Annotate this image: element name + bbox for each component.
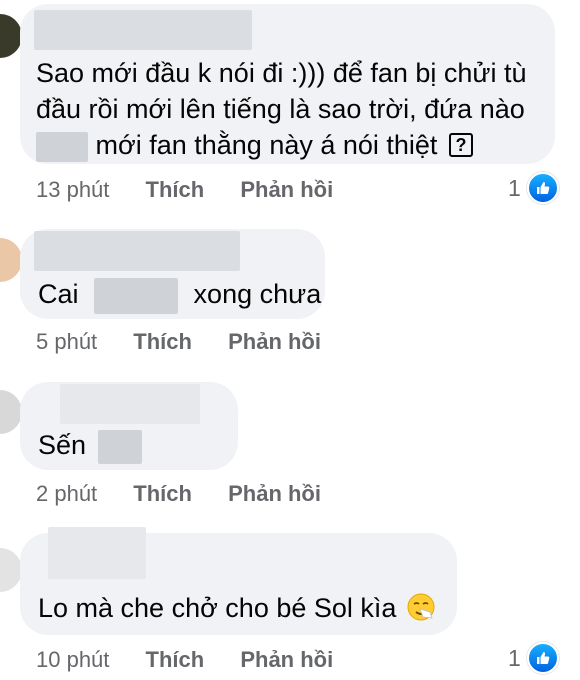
reply-button[interactable]: Phản hồi [228, 481, 321, 506]
comment-meta: 5 phút Thích Phản hồi [36, 328, 321, 356]
like-button[interactable]: Thích [146, 647, 205, 672]
commenter-avatar[interactable] [0, 390, 22, 434]
reaction-count: 1 [508, 644, 521, 671]
commenter-avatar[interactable] [0, 14, 22, 58]
commenter-avatar[interactable] [0, 238, 22, 282]
reaction-summary[interactable]: 1 [508, 642, 559, 674]
sneezing-face-icon [406, 592, 436, 622]
comment-timestamp[interactable]: 13 phút [36, 177, 109, 202]
commenter-name-blurred[interactable] [60, 384, 200, 424]
comment-text-before: Sến [38, 430, 87, 460]
redacted-word [94, 277, 179, 314]
comment-meta: 2 phút Thích Phản hồi [36, 480, 321, 508]
comment-bubble: Cai xong chưa [20, 229, 325, 319]
comment-text-row: Lo mà che chở cho bé Sol kìa [38, 589, 436, 627]
commenter-name-blurred[interactable] [48, 527, 146, 579]
like-button[interactable]: Thích [133, 481, 192, 506]
like-button[interactable]: Thích [133, 329, 192, 354]
like-button[interactable]: Thích [146, 177, 205, 202]
comment-bubble: Sến [20, 382, 238, 470]
comment-text: Lo mà che chở cho bé Sol kìa [38, 593, 397, 623]
comment-meta: 10 phút Thích Phản hồi [36, 646, 333, 674]
comment-text-line-3-row: mới fan thằng này á nói thiệt ? [36, 126, 473, 164]
comment-timestamp[interactable]: 10 phút [36, 647, 109, 672]
comment-timestamp[interactable]: 5 phút [36, 329, 97, 354]
redacted-word [97, 429, 142, 464]
comment-meta: 13 phút Thích Phản hồi [36, 176, 333, 204]
comment-text-after: xong chưa [193, 279, 322, 309]
commenter-name-blurred[interactable] [34, 231, 240, 271]
reply-button[interactable]: Phản hồi [240, 177, 333, 202]
comment-text-row: Sến [38, 426, 142, 464]
comment-bubble: Sao mới đầu k nói đi :))) để fan bị chửi… [20, 4, 555, 164]
redacted-word [36, 131, 88, 162]
comment-text-line-1: Sao mới đầu k nói đi :))) để fan bị chửi… [36, 58, 527, 88]
comment-text-row: Cai xong chưa [38, 275, 321, 314]
commenter-name-blurred[interactable] [34, 10, 252, 50]
thumbs-up-icon [526, 172, 559, 204]
comment-text-line-2: đầu rồi mới lên tiếng là sao trời, đứa n… [36, 94, 525, 124]
reaction-count: 1 [508, 174, 521, 201]
thumbs-up-icon [526, 642, 559, 674]
comment-text-before: Cai [38, 279, 79, 309]
reply-button[interactable]: Phản hồi [240, 647, 333, 672]
comment-text-line-3: mới fan thằng này á nói thiệt [95, 130, 438, 160]
comment-bubble: Lo mà che chở cho bé Sol kìa [20, 527, 457, 635]
commenter-avatar[interactable] [0, 548, 22, 592]
reply-button[interactable]: Phản hồi [228, 329, 321, 354]
reaction-summary[interactable]: 1 [508, 172, 559, 204]
question-mark-icon: ? [448, 132, 473, 157]
comment-timestamp[interactable]: 2 phút [36, 481, 97, 506]
